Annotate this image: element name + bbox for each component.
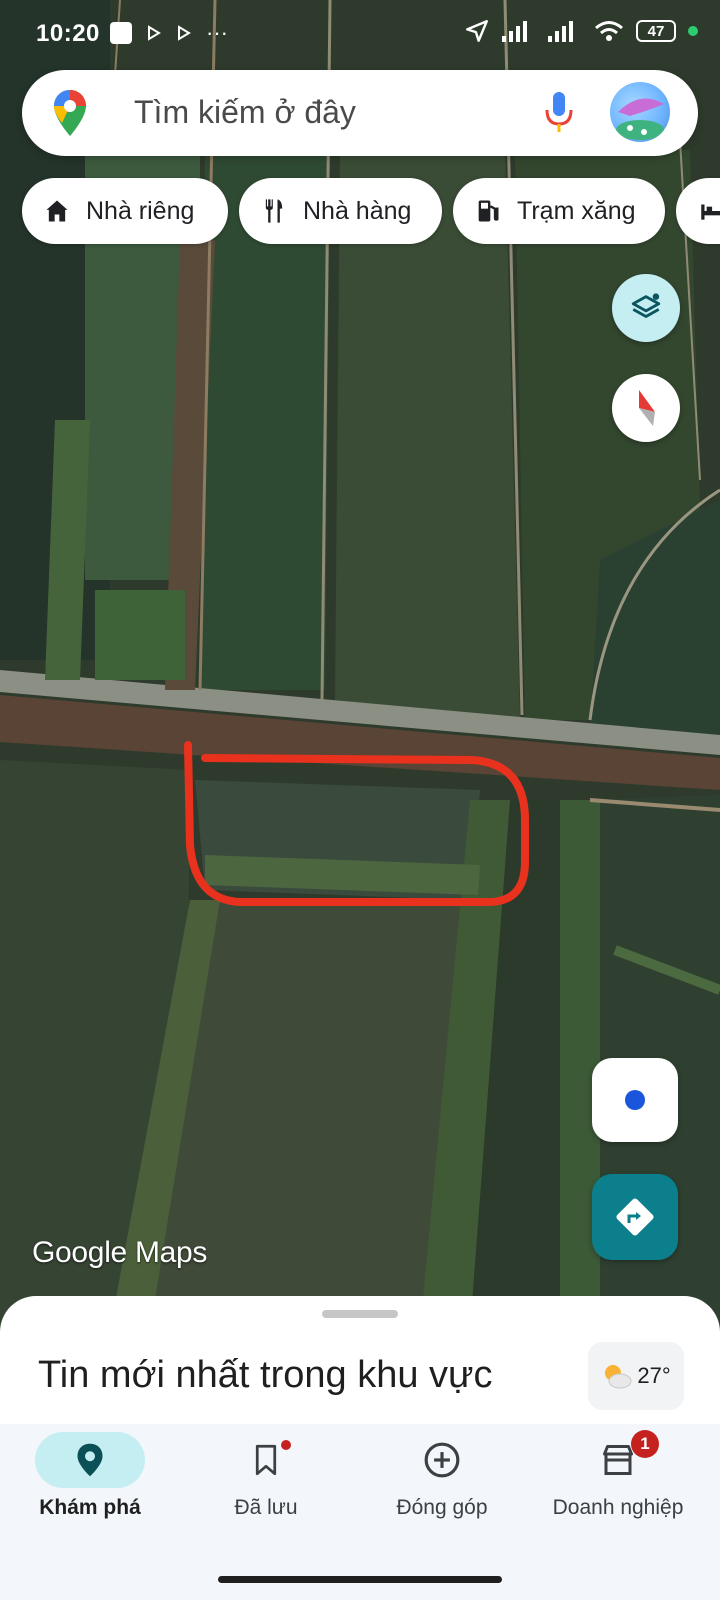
hotel-icon	[696, 196, 720, 226]
app-notification-icon	[110, 22, 132, 44]
nav-icon-container	[387, 1432, 497, 1488]
bookmark-icon	[255, 1444, 277, 1476]
bottom-navigation: Khám phá Đã lưu Đóng góp 1 Doanh nghiệp	[0, 1424, 720, 1600]
business-badge: 1	[631, 1430, 659, 1458]
nav-icon-container: 1	[563, 1430, 673, 1488]
chip-label: Trạm xăng	[517, 196, 636, 225]
my-location-button[interactable]	[592, 1058, 678, 1142]
chip-restaurants[interactable]: Nhà hàng	[239, 178, 442, 244]
compass-button[interactable]	[612, 374, 680, 442]
microphone-icon[interactable]	[544, 90, 574, 134]
nav-contribute[interactable]: Đóng góp	[352, 1424, 532, 1544]
home-icon	[42, 196, 72, 226]
layers-icon	[631, 293, 661, 318]
my-location-icon	[625, 1090, 645, 1110]
nav-label: Đã lưu	[234, 1496, 298, 1519]
chip-label: Nhà riêng	[86, 196, 195, 225]
weather-temperature: 27°	[637, 1363, 671, 1388]
chip-label: Nhà hàng	[303, 196, 412, 225]
restaurant-icon	[259, 196, 289, 226]
chip-gas-stations[interactable]: Trạm xăng	[453, 178, 665, 244]
status-notification-icons: ···	[110, 20, 228, 46]
nav-saved[interactable]: Đã lưu	[176, 1424, 356, 1544]
wifi-icon	[595, 21, 623, 41]
gas-station-icon	[473, 196, 503, 226]
nav-business[interactable]: 1 Doanh nghiệp	[528, 1424, 708, 1544]
avatar[interactable]	[610, 82, 670, 142]
search-input[interactable]: Tìm kiếm ở đây	[134, 94, 356, 131]
nav-label: Khám phá	[39, 1496, 141, 1519]
play-icon	[178, 25, 191, 41]
google-maps-watermark: Google Maps	[32, 1236, 208, 1269]
signal-icon	[502, 21, 527, 42]
notification-dot	[281, 1440, 291, 1450]
status-time: 10:20	[36, 20, 100, 47]
play-icon	[148, 25, 161, 41]
sheet-title: Tin mới nhất trong khu vực	[38, 1354, 493, 1396]
category-chips: Nhà riêng Nhà hàng Trạm xăng	[22, 178, 720, 244]
nav-icon-container	[211, 1432, 321, 1488]
status-right-icons: 47	[464, 18, 698, 44]
privacy-indicator-dot	[688, 26, 698, 36]
add-circle-icon	[424, 1442, 460, 1478]
nav-active-indicator	[35, 1432, 145, 1488]
search-bar[interactable]: Tìm kiếm ở đây	[22, 70, 698, 156]
battery-icon: 47	[636, 20, 676, 42]
signal-icon	[548, 21, 573, 42]
sheet-drag-handle[interactable]	[322, 1310, 398, 1318]
nav-explore[interactable]: Khám phá	[0, 1424, 180, 1544]
status-bar: 10:20 ··· 47	[0, 0, 720, 70]
directions-button[interactable]	[592, 1174, 678, 1260]
explore-pin-icon	[77, 1443, 103, 1477]
home-indicator[interactable]	[218, 1576, 502, 1583]
more-notifications-icon: ···	[206, 20, 228, 45]
partly-cloudy-icon	[605, 1365, 632, 1389]
nav-label: Đóng góp	[396, 1496, 488, 1519]
compass-icon	[639, 390, 655, 426]
weather-chip[interactable]: 27°	[588, 1342, 684, 1410]
directions-icon	[616, 1198, 654, 1236]
google-maps-logo-icon	[54, 90, 86, 136]
google-maps-screen: 10:20 ··· 47 Tìm kiếm ở đây Nhà riêng Nh…	[0, 0, 720, 1600]
chip-more[interactable]	[676, 178, 720, 244]
location-arrow-icon	[466, 20, 488, 42]
chip-home[interactable]: Nhà riêng	[22, 178, 228, 244]
nav-label: Doanh nghiệp	[552, 1496, 684, 1519]
layers-button[interactable]	[612, 274, 680, 342]
